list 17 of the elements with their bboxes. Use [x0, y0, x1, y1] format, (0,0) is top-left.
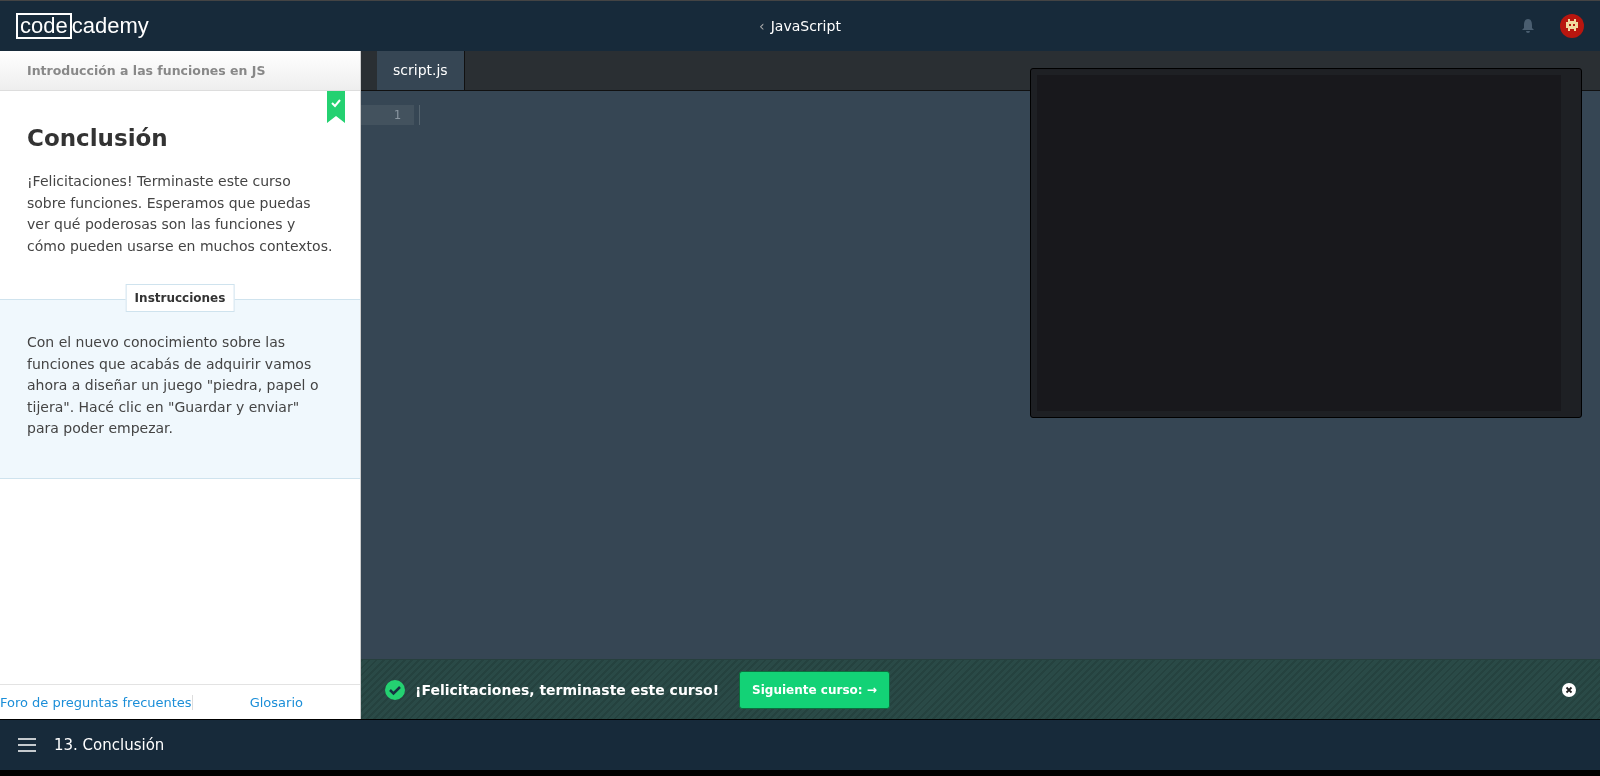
footer-link[interactable]: Glosario	[192, 694, 360, 710]
footer-link[interactable]: Foro de preguntas frecuentes	[0, 694, 193, 710]
banner-message: ¡Felicitaciones, terminaste este curso!	[415, 681, 720, 698]
line-number: 1	[361, 105, 414, 125]
instructions-label: Instrucciones	[125, 284, 235, 312]
lesson-text: ¡Felicitaciones! Terminaste este curso sobre funciones. Esperamos que puedas ver qué poderosas son las funciones y cómo pueden usarse en muchos contextos.	[27, 172, 333, 256]
check-icon	[385, 679, 405, 700]
course-link[interactable]: JavaScript	[770, 18, 841, 34]
instructions-text: Con el nuevo conocimiento sobre las funciones que acabás de adquirir vamos ahora a diseñar un juego "piedra, papel o tijera". Hacé clic en "Guardar y enviar" para poder empezar.	[27, 333, 320, 438]
exercise-title: 13. Conclusión	[54, 736, 165, 754]
file-tab[interactable]: script.js	[377, 51, 465, 90]
menu-icon[interactable]	[18, 738, 36, 752]
lesson-title: Conclusión	[27, 125, 169, 151]
close-icon[interactable]	[1562, 682, 1576, 697]
logo[interactable]: code cademy	[16, 13, 149, 39]
avatar[interactable]	[1560, 14, 1584, 38]
back-icon[interactable]: ‹	[759, 18, 765, 34]
